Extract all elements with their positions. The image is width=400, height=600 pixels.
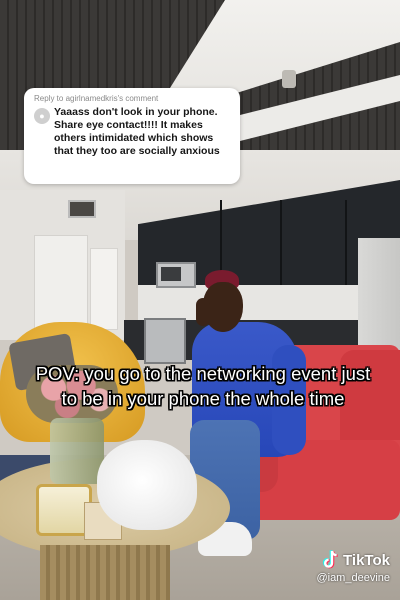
user-avatar-icon: ● xyxy=(34,108,50,124)
comment-text: Yaaass don't look in your phone. Share e… xyxy=(54,106,220,157)
person-hand-phone xyxy=(196,298,210,326)
tiktok-brand-label: TikTok xyxy=(343,551,390,569)
microwave xyxy=(156,262,196,288)
tiktok-watermark: TikTok @iam_deevine xyxy=(280,550,390,594)
glass-vase xyxy=(50,418,104,484)
side-door xyxy=(90,248,118,330)
cabinet-divider xyxy=(280,200,282,285)
refrigerator xyxy=(358,238,400,358)
reply-to-label: Reply to agirlnamedkris's comment xyxy=(34,94,159,103)
comment-reply-header: Reply to agirlnamedkris's comment xyxy=(34,94,230,103)
creator-handle: @iam_deevine xyxy=(316,572,390,584)
door xyxy=(34,235,88,332)
oven xyxy=(144,318,186,364)
ceiling-light xyxy=(282,70,296,88)
wall-vent xyxy=(68,200,96,218)
tiktok-note-icon xyxy=(322,550,338,569)
wicker-table-base xyxy=(40,545,170,600)
comment-reply-bubble[interactable]: Reply to agirlnamedkris's comment ● Yaaa… xyxy=(24,88,240,184)
plastic-bag xyxy=(97,440,197,530)
video-caption: POV: you go to the networking event just… xyxy=(35,363,371,409)
cabinet-divider xyxy=(345,200,347,285)
